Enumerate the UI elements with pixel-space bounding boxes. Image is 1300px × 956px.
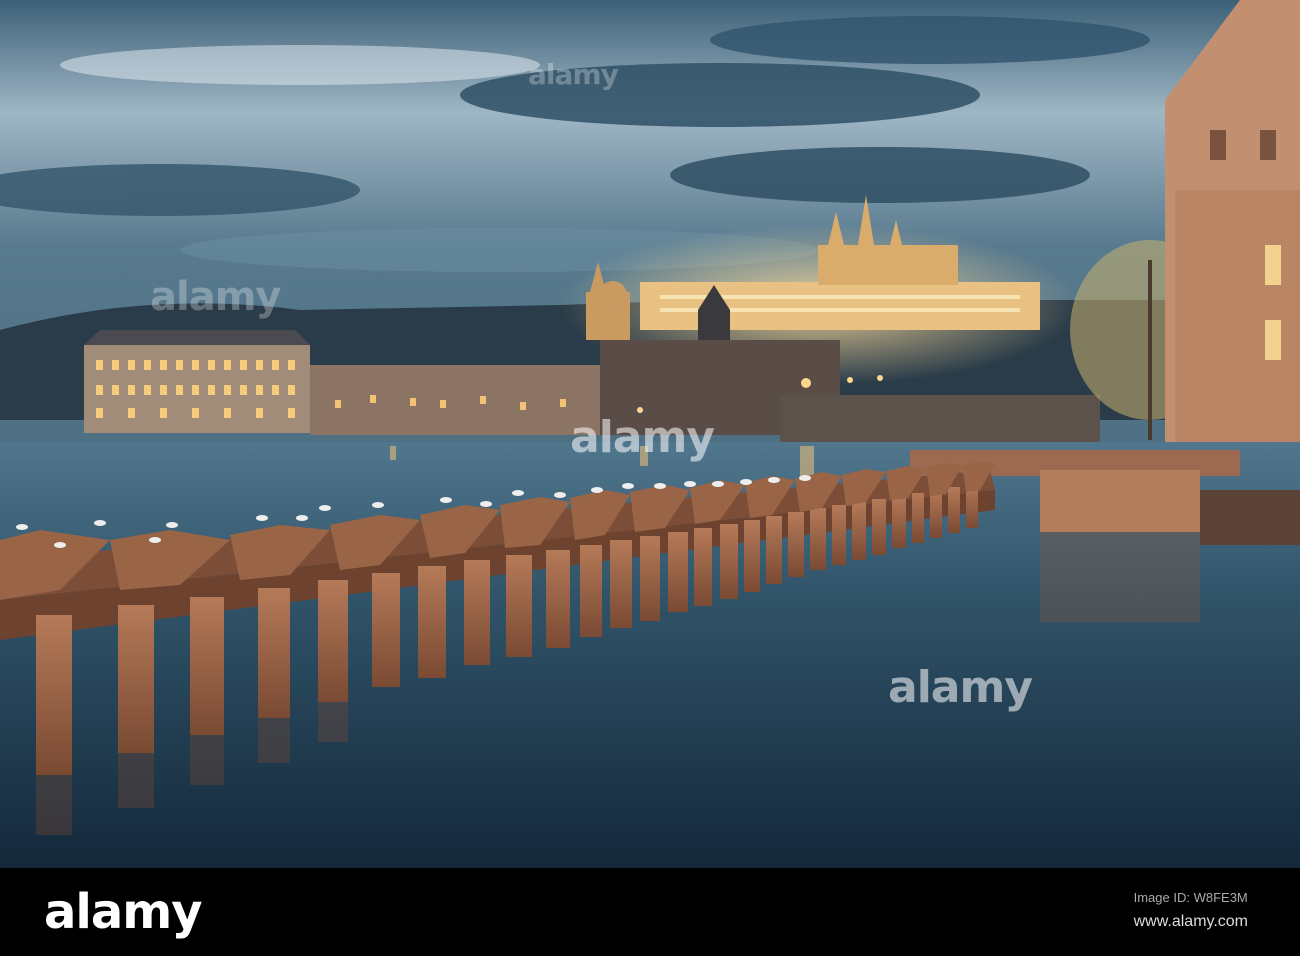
watermark-left: alamy <box>150 274 281 320</box>
site-url: www.alamy.com <box>1133 913 1248 930</box>
photo: alamy alamy alamy alamy <box>0 0 1300 868</box>
image-id-label: Image ID: W8FE3M <box>1133 890 1248 905</box>
watermark-top: alamy <box>528 58 619 91</box>
watermark-center: alamy <box>570 412 715 463</box>
footer-logo: alamy <box>44 884 203 940</box>
footer-info: Image ID: W8FE3M www.alamy.com <box>1134 886 1248 934</box>
watermark-lower-right: alamy <box>888 662 1033 713</box>
